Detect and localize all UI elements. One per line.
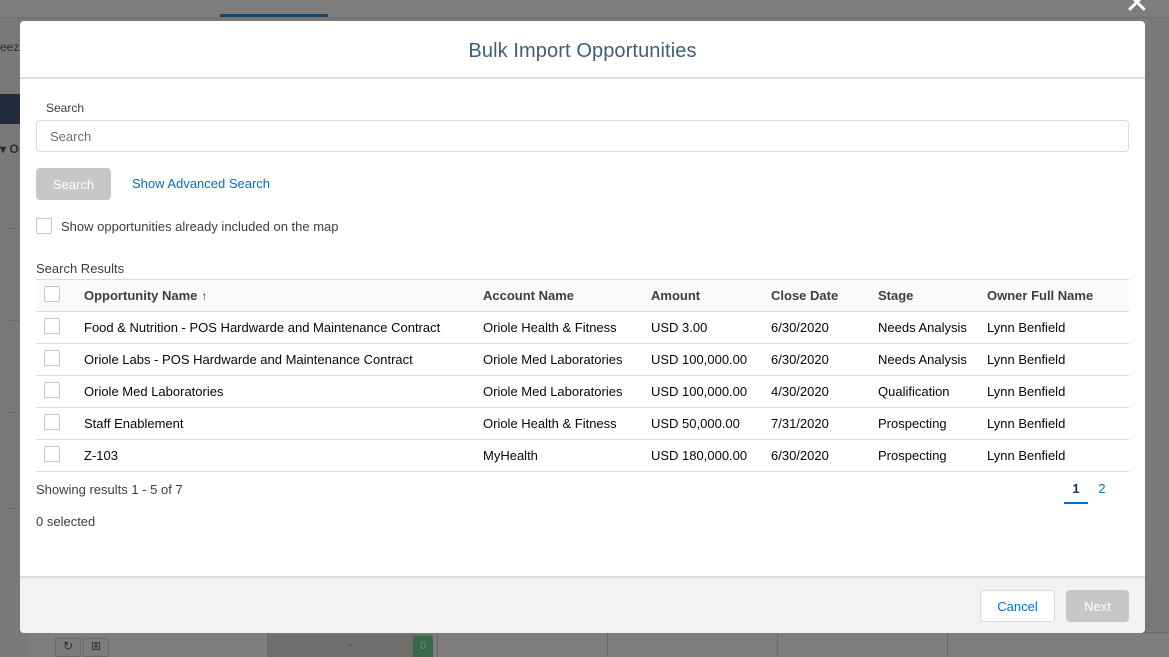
modal-header: Bulk Import Opportunities: [20, 21, 1145, 79]
stage-cell: Prospecting: [878, 439, 987, 472]
close-date-cell: 6/30/2020: [771, 311, 878, 344]
opportunity-name-cell: Food & Nutrition - POS Hardwarde and Mai…: [84, 311, 483, 344]
row-select-cell: [36, 311, 84, 344]
close-date-cell: 7/31/2020: [771, 407, 878, 440]
stage-cell: Prospecting: [878, 407, 987, 440]
row-select-cell: [36, 343, 84, 376]
opportunity-name-cell: Oriole Med Laboratories: [84, 375, 483, 408]
amount-cell: USD 3.00: [651, 311, 771, 344]
show-existing-opportunities-option: Show opportunities already included on t…: [36, 218, 339, 234]
owner-cell: Lynn Benfield: [987, 407, 1129, 440]
select-all-checkbox[interactable]: [44, 286, 60, 302]
column-header-close-date[interactable]: Close Date: [771, 279, 878, 312]
show-advanced-search-link[interactable]: Show Advanced Search: [132, 176, 270, 191]
search-results-label: Search Results: [36, 261, 125, 276]
opportunity-name-cell: Oriole Labs - POS Hardwarde and Maintena…: [84, 343, 483, 376]
row-checkbox[interactable]: [44, 414, 60, 430]
selected-count-text: 0 selected: [36, 514, 96, 529]
page-2-link[interactable]: 2: [1090, 481, 1114, 504]
results-count-text: Showing results 1 - 5 of 7: [36, 482, 183, 497]
owner-cell: Lynn Benfield: [987, 439, 1129, 472]
account-name-cell: Oriole Health & Fitness: [483, 311, 651, 344]
table-row: Staff Enablement Oriole Health & Fitness…: [36, 407, 1129, 440]
column-header-account-name[interactable]: Account Name: [483, 279, 651, 312]
row-checkbox[interactable]: [44, 446, 60, 462]
close-date-cell: 4/30/2020: [771, 375, 878, 408]
amount-cell: USD 180,000.00: [651, 439, 771, 472]
page-1-link[interactable]: 1: [1064, 481, 1088, 504]
row-checkbox[interactable]: [44, 382, 60, 398]
owner-cell: Lynn Benfield: [987, 311, 1129, 344]
row-select-cell: [36, 439, 84, 472]
sort-ascending-icon: ↑: [201, 289, 208, 303]
stage-cell: Needs Analysis: [878, 343, 987, 376]
close-icon[interactable]: ✕: [1124, 0, 1150, 19]
search-label: Search: [46, 101, 85, 115]
amount-cell: USD 100,000.00: [651, 343, 771, 376]
row-checkbox[interactable]: [44, 350, 60, 366]
table-header-row: Opportunity Name ↑ Account Name Amount Cl…: [36, 279, 1129, 312]
bulk-import-modal: Bulk Import Opportunities Search Search …: [20, 21, 1145, 633]
stage-cell: Qualification: [878, 375, 987, 408]
table-row: Food & Nutrition - POS Hardwarde and Mai…: [36, 311, 1129, 344]
row-select-cell: [36, 407, 84, 440]
search-button[interactable]: Search: [36, 168, 111, 200]
modal-footer: Cancel Next: [20, 576, 1145, 633]
table-row: Oriole Med Laboratories Oriole Med Labor…: [36, 375, 1129, 408]
table-row: Z-103 MyHealth USD 180,000.00 6/30/2020 …: [36, 439, 1129, 472]
opportunity-name-cell: Staff Enablement: [84, 407, 483, 440]
opportunity-name-cell: Z-103: [84, 439, 483, 472]
amount-cell: USD 50,000.00: [651, 407, 771, 440]
account-name-cell: Oriole Health & Fitness: [483, 407, 651, 440]
pagination: 1 2: [1064, 481, 1116, 504]
column-header-stage[interactable]: Stage: [878, 279, 987, 312]
table-row: Oriole Labs - POS Hardwarde and Maintena…: [36, 343, 1129, 376]
row-checkbox[interactable]: [44, 318, 60, 334]
close-date-cell: 6/30/2020: [771, 439, 878, 472]
close-date-cell: 6/30/2020: [771, 343, 878, 376]
next-button[interactable]: Next: [1066, 590, 1129, 622]
owner-cell: Lynn Benfield: [987, 343, 1129, 376]
modal-title: Bulk Import Opportunities: [468, 40, 697, 62]
account-name-cell: Oriole Med Laboratories: [483, 343, 651, 376]
modal-body: Search Search Show Advanced Search Show …: [20, 79, 1145, 575]
column-header-amount[interactable]: Amount: [651, 279, 771, 312]
column-header-owner-full-name[interactable]: Owner Full Name: [987, 279, 1129, 312]
amount-cell: USD 100,000.00: [651, 375, 771, 408]
column-header-opportunity-name[interactable]: Opportunity Name ↑: [84, 279, 483, 312]
account-name-cell: MyHealth: [483, 439, 651, 472]
show-existing-checkbox[interactable]: [36, 218, 52, 234]
results-table: Opportunity Name ↑ Account Name Amount Cl…: [36, 279, 1129, 472]
stage-cell: Needs Analysis: [878, 311, 987, 344]
show-existing-label: Show opportunities already included on t…: [61, 218, 339, 234]
account-name-cell: Oriole Med Laboratories: [483, 375, 651, 408]
row-select-cell: [36, 375, 84, 408]
header-select-all-cell: [36, 279, 84, 312]
owner-cell: Lynn Benfield: [987, 375, 1129, 408]
cancel-button[interactable]: Cancel: [980, 590, 1055, 622]
search-input[interactable]: [36, 120, 1129, 152]
